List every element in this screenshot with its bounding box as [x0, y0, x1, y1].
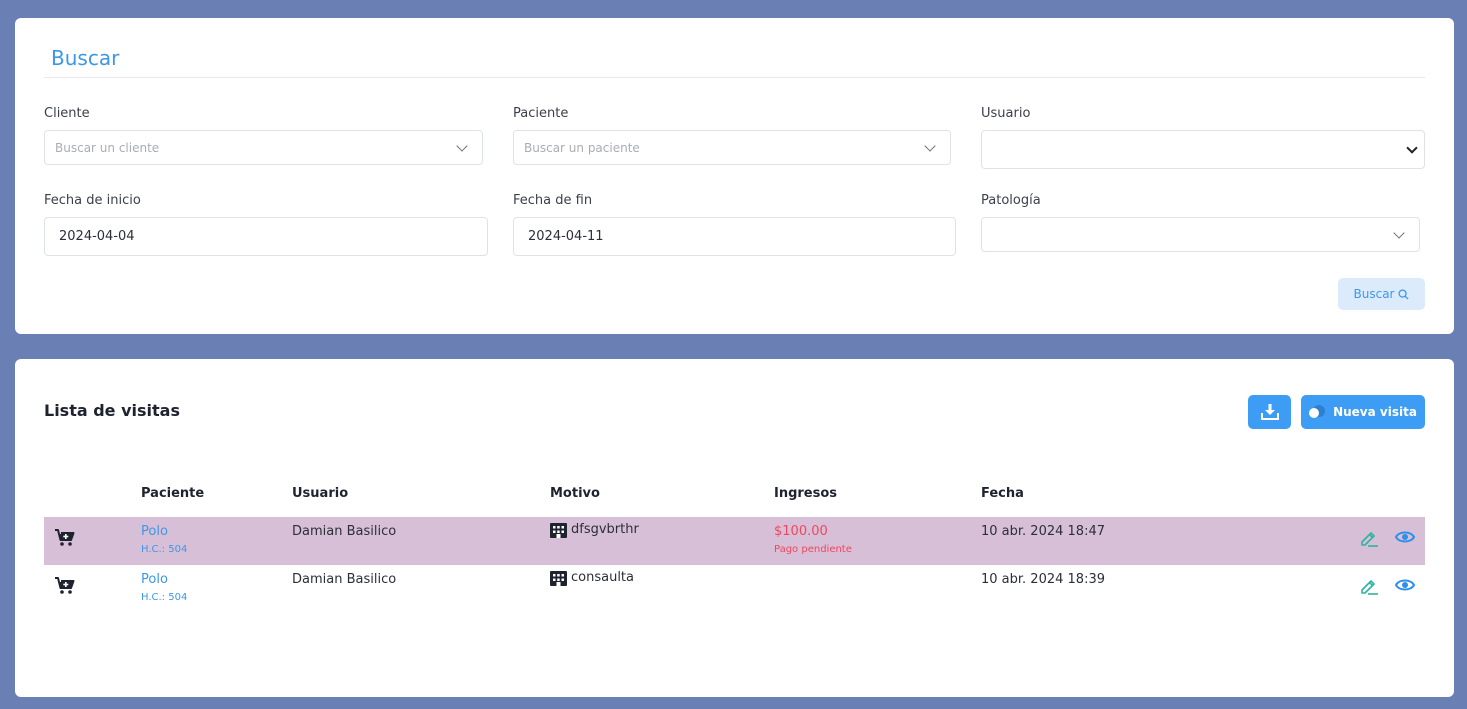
payment-status: Pago pendiente	[774, 544, 852, 555]
search-button-label: Buscar	[1353, 287, 1395, 301]
paciente-select[interactable]: Buscar un paciente	[513, 130, 951, 165]
chevron-down-icon	[1406, 141, 1418, 154]
paciente-hc: H.C.: 504	[141, 592, 188, 603]
row-actions	[1359, 529, 1415, 547]
table-row[interactable]: Polo H.C.: 504 Damian Basilico consaulta…	[44, 565, 1425, 613]
pencil-icon[interactable]	[1359, 529, 1379, 547]
new-visit-button[interactable]: Nueva visita	[1301, 395, 1425, 429]
fecha-inicio-input[interactable]: 2024-04-04	[44, 217, 488, 256]
eye-icon[interactable]	[1395, 577, 1415, 593]
toggle-icon	[1309, 405, 1326, 419]
fecha-cell: 10 abr. 2024 18:47	[981, 524, 1105, 539]
pencil-icon[interactable]	[1359, 577, 1379, 595]
building-icon	[550, 571, 567, 586]
fecha-inicio-value: 2024-04-04	[59, 229, 135, 244]
patologia-label: Patología	[981, 193, 1041, 208]
paciente-label: Paciente	[513, 106, 569, 121]
download-icon	[1260, 404, 1279, 420]
visits-list-panel: Lista de visitas Nueva visita Paciente U…	[15, 359, 1454, 697]
search-icon	[1398, 288, 1410, 300]
col-header-motivo: Motivo	[550, 486, 600, 501]
fecha-fin-input[interactable]: 2024-04-11	[513, 217, 956, 256]
search-title: Buscar	[51, 46, 120, 70]
download-button[interactable]	[1248, 395, 1291, 429]
usuario-cell: Damian Basilico	[292, 572, 397, 587]
motivo-text: dfsgvbrthr	[571, 522, 639, 537]
building-icon	[550, 523, 567, 538]
row-actions	[1359, 577, 1415, 595]
chevron-down-icon	[456, 139, 468, 152]
usuario-label: Usuario	[981, 106, 1031, 121]
col-header-ingresos: Ingresos	[774, 486, 838, 501]
usuario-select[interactable]	[981, 130, 1425, 169]
fecha-inicio-label: Fecha de inicio	[44, 193, 141, 208]
paciente-link[interactable]: Polo	[141, 524, 187, 539]
ingresos-amount: $100.00	[774, 524, 828, 539]
usuario-cell: Damian Basilico	[292, 524, 397, 539]
eye-icon[interactable]	[1395, 529, 1415, 545]
paciente-link[interactable]: Polo	[141, 572, 187, 587]
search-panel: Buscar Cliente Buscar un cliente Pacient…	[15, 18, 1454, 334]
cliente-label: Cliente	[44, 106, 90, 121]
motivo-cell: consaulta	[550, 569, 634, 586]
chevron-down-icon	[1393, 226, 1405, 239]
list-title: Lista de visitas	[44, 401, 180, 420]
ingresos-cell: $100.00 Pago pendiente	[774, 524, 852, 555]
cliente-select[interactable]: Buscar un cliente	[44, 130, 483, 165]
col-header-paciente: Paciente	[141, 486, 205, 501]
title-divider	[44, 77, 1425, 78]
col-header-fecha: Fecha	[981, 486, 1024, 501]
table-row[interactable]: Polo H.C.: 504 Damian Basilico dfsgvbrth…	[44, 517, 1425, 565]
new-visit-label: Nueva visita	[1333, 405, 1417, 419]
paciente-cell: Polo H.C.: 504	[141, 524, 187, 555]
chevron-down-icon	[924, 139, 936, 152]
cliente-placeholder: Buscar un cliente	[55, 140, 160, 155]
col-header-usuario: Usuario	[292, 486, 349, 501]
fecha-cell: 10 abr. 2024 18:39	[981, 572, 1105, 587]
cart-plus-icon[interactable]	[55, 577, 75, 595]
fecha-fin-value: 2024-04-11	[528, 229, 604, 244]
fecha-fin-label: Fecha de fin	[513, 193, 593, 208]
cart-plus-icon[interactable]	[55, 529, 75, 547]
motivo-cell: dfsgvbrthr	[550, 521, 639, 538]
patologia-select[interactable]	[981, 217, 1420, 252]
motivo-text: consaulta	[571, 570, 634, 585]
paciente-cell: Polo H.C.: 504	[141, 572, 187, 603]
paciente-hc: H.C.: 504	[141, 544, 188, 555]
paciente-placeholder: Buscar un paciente	[524, 140, 640, 155]
search-button[interactable]: Buscar	[1338, 278, 1425, 310]
